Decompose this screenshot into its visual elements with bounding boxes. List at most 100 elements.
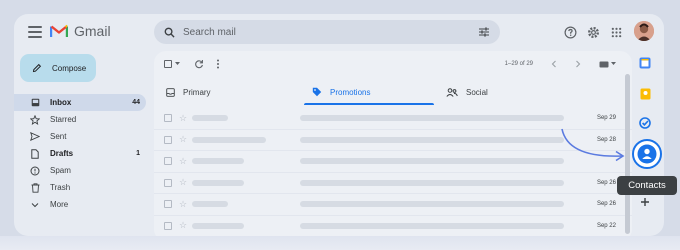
unread-count: 1 [136, 150, 140, 157]
subject-placeholder [300, 115, 564, 122]
tab-social[interactable]: Social [434, 79, 580, 105]
search-bar[interactable] [154, 20, 500, 44]
subject-placeholder [300, 222, 564, 229]
help-icon[interactable] [562, 24, 578, 40]
tab-label: Primary [183, 87, 211, 97]
main-menu-icon[interactable] [28, 26, 42, 38]
sender-placeholder [192, 158, 244, 165]
apps-grid-icon[interactable] [608, 24, 624, 40]
tasks-icon[interactable] [638, 116, 652, 130]
input-tools-button[interactable] [599, 61, 616, 68]
draft-icon [30, 148, 40, 159]
email-date: Sep 22 [596, 222, 616, 229]
sidebar-item-label: Inbox [50, 98, 72, 107]
sidebar-item-drafts[interactable]: Drafts 1 [14, 145, 146, 162]
chevron-down-icon [30, 200, 40, 210]
sender-placeholder [192, 222, 244, 229]
sidebar-item-starred[interactable]: Starred [14, 111, 146, 128]
subject-placeholder [300, 179, 564, 186]
pagination: 1–29 of 29 [505, 56, 616, 72]
row-checkbox[interactable] [164, 178, 172, 187]
pencil-icon [32, 63, 42, 73]
email-row[interactable]: ☆ Sep 22 [154, 215, 632, 236]
star-icon[interactable]: ☆ [179, 156, 187, 166]
tab-label: Social [466, 87, 488, 97]
sender-placeholder [192, 115, 228, 122]
email-date: Sep 26 [596, 179, 616, 186]
sidebar-item-label: Trash [50, 183, 71, 192]
caret-down-icon [611, 62, 616, 65]
sidebar-item-more[interactable]: More [14, 196, 146, 213]
star-icon[interactable]: ☆ [179, 178, 187, 187]
trash-icon [30, 182, 40, 193]
page-bottom-strip [0, 236, 680, 250]
calendar-icon[interactable] [638, 56, 652, 70]
more-vert-icon[interactable] [216, 59, 220, 69]
compose-label: Compose [52, 63, 87, 73]
caret-down-icon [175, 62, 180, 65]
row-checkbox[interactable] [164, 157, 172, 166]
account-avatar[interactable] [634, 21, 654, 41]
tab-label: Promotions [330, 87, 371, 97]
subject-placeholder [300, 158, 564, 165]
mail-toolbar [164, 56, 220, 72]
star-icon[interactable]: ☆ [179, 135, 187, 144]
contacts-button[interactable] [632, 139, 662, 169]
subject-placeholder [300, 201, 564, 208]
star-icon[interactable]: ☆ [179, 221, 187, 230]
refresh-icon[interactable] [194, 59, 204, 69]
inbox-icon [30, 98, 40, 108]
star-icon[interactable]: ☆ [179, 113, 187, 123]
sidebar-item-inbox[interactable]: Inbox 44 [14, 94, 146, 111]
keyboard-icon [599, 61, 609, 67]
gmail-logo[interactable]: Gmail [50, 23, 111, 39]
star-icon[interactable]: ☆ [179, 199, 187, 209]
gmail-m-icon [50, 24, 68, 37]
app-name: Gmail [74, 23, 111, 39]
send-icon [30, 132, 40, 142]
sidebar-item-label: Starred [50, 115, 77, 124]
email-date: Sep 26 [596, 201, 616, 208]
spam-icon [30, 166, 40, 176]
unread-count: 44 [132, 99, 140, 106]
contacts-tooltip: Contacts [617, 176, 677, 195]
pointer-arrow [561, 128, 625, 162]
sender-placeholder [192, 201, 228, 208]
sidebar-item-label: Sent [50, 132, 67, 141]
sidebar-nav: Inbox 44 Starred Sent Drafts 1 Spam Tras… [14, 94, 146, 213]
category-tabs: Primary Promotions Social [154, 79, 632, 105]
tag-icon [312, 87, 322, 97]
settings-gear-icon[interactable] [585, 24, 601, 40]
sender-placeholder [192, 179, 244, 186]
row-checkbox[interactable] [164, 135, 172, 144]
email-row[interactable]: ☆ Sep 26 [154, 194, 632, 216]
row-checkbox[interactable] [164, 221, 172, 230]
row-checkbox[interactable] [164, 200, 172, 209]
sidebar-item-trash[interactable]: Trash [14, 179, 146, 196]
compose-button[interactable]: Compose [20, 54, 96, 82]
chevron-right-icon[interactable] [575, 60, 581, 68]
email-row[interactable]: ☆ Sep 26 [154, 172, 632, 194]
add-addon-icon[interactable] [638, 195, 652, 209]
chevron-left-icon[interactable] [551, 60, 557, 68]
sidebar-item-spam[interactable]: Spam [14, 162, 146, 179]
search-input[interactable] [183, 26, 470, 38]
keep-icon[interactable] [638, 87, 652, 101]
star-icon [30, 114, 40, 125]
tab-promotions[interactable]: Promotions [300, 79, 434, 105]
sender-placeholder [192, 136, 266, 143]
sidebar-item-label: More [50, 200, 69, 209]
sidebar-item-label: Drafts [50, 149, 74, 158]
select-all-checkbox[interactable] [164, 60, 180, 68]
email-date: Sep 29 [596, 115, 616, 122]
search-options-icon[interactable] [478, 27, 490, 37]
sidebar-item-label: Spam [50, 166, 71, 175]
sidebar-item-sent[interactable]: Sent [14, 128, 146, 145]
row-checkbox[interactable] [164, 114, 172, 123]
people-icon [446, 87, 458, 97]
subject-placeholder [300, 136, 564, 143]
search-icon[interactable] [164, 27, 175, 38]
pagination-label: 1–29 of 29 [504, 61, 533, 67]
tab-primary[interactable]: Primary [154, 79, 300, 105]
inbox-icon [166, 87, 175, 97]
